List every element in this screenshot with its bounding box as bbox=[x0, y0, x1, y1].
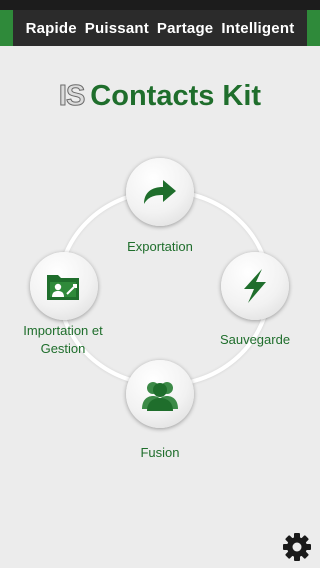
backup-button[interactable] bbox=[221, 252, 289, 320]
lightning-icon bbox=[244, 269, 266, 303]
tagline-bar: Rapide Puissant Partage Intelligent bbox=[13, 10, 307, 46]
gear-icon bbox=[283, 533, 311, 561]
logo-title: Contacts Kit bbox=[90, 80, 262, 112]
import-button[interactable] bbox=[30, 252, 98, 320]
people-icon bbox=[142, 382, 178, 411]
arrow-right-icon bbox=[144, 180, 176, 204]
logo-prefix: IS bbox=[58, 80, 85, 113]
tagline-word: Partage bbox=[156, 19, 214, 37]
export-label[interactable]: Exportation bbox=[100, 238, 220, 256]
merge-button[interactable] bbox=[126, 360, 194, 428]
tagline-word: Puissant bbox=[84, 19, 149, 37]
merge-label[interactable]: Fusion bbox=[110, 444, 210, 462]
tagline-word: Rapide bbox=[25, 19, 77, 37]
tagline-word: Intelligent bbox=[221, 19, 295, 37]
top-banner: Rapide Puissant Partage Intelligent bbox=[0, 0, 320, 46]
backup-label[interactable]: Sauvegarde bbox=[205, 331, 305, 349]
folder-contacts-icon bbox=[47, 275, 79, 300]
export-button[interactable] bbox=[126, 158, 194, 226]
app-logo: IS Contacts Kit bbox=[0, 80, 320, 113]
banner-stripe-right bbox=[307, 10, 320, 46]
import-label[interactable]: Importation et Gestion bbox=[8, 322, 118, 358]
settings-button[interactable] bbox=[282, 532, 312, 562]
banner-stripe-left bbox=[0, 10, 13, 46]
